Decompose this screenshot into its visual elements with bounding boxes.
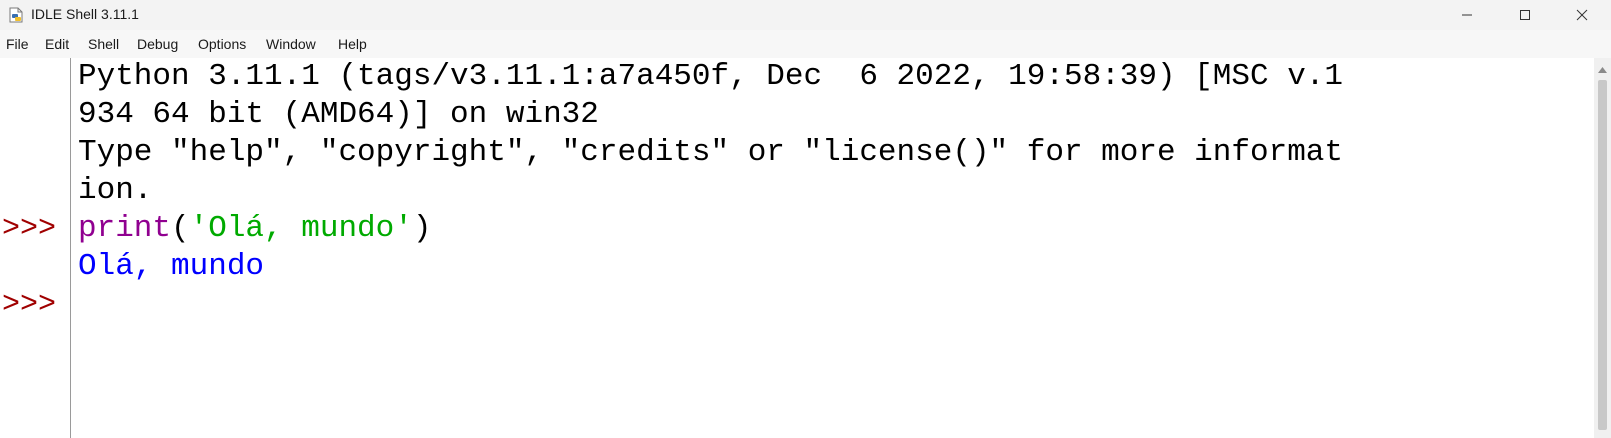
- prompt-gutter: [0, 58, 70, 438]
- input-open-paren: (: [171, 211, 190, 246]
- title-bar[interactable]: IDLE Shell 3.11.1: [0, 0, 1611, 30]
- scroll-up-icon[interactable]: [1597, 62, 1608, 73]
- window-title: IDLE Shell 3.11.1: [31, 6, 139, 22]
- input-line: print('Olá, mundo'): [78, 210, 431, 248]
- output-line: Olá, mundo: [78, 249, 265, 284]
- minimize-button[interactable]: [1438, 0, 1496, 30]
- menu-edit[interactable]: Edit: [45, 36, 69, 52]
- input-string: 'Olá, mundo': [189, 211, 413, 246]
- banner-line-1: Python 3.11.1 (tags/v3.11.1:a7a450f, Dec…: [78, 59, 1344, 94]
- menu-debug[interactable]: Debug: [137, 36, 178, 52]
- input-builtin: print: [78, 211, 172, 246]
- menu-shell[interactable]: Shell: [88, 36, 119, 52]
- banner-line-3: Type "help", "copyright", "credits" or "…: [78, 135, 1344, 170]
- vertical-scrollbar[interactable]: [1594, 58, 1611, 438]
- menu-window[interactable]: Window: [266, 36, 316, 52]
- shell-prompt-2: >>>: [2, 288, 57, 322]
- banner-line-4: ion.: [78, 173, 153, 208]
- maximize-icon: [1520, 10, 1530, 20]
- menu-help[interactable]: Help: [338, 36, 367, 52]
- menu-bar: File Edit Shell Debug Options Window Hel…: [0, 30, 1611, 58]
- python-file-icon: [8, 7, 24, 23]
- shell-prompt-1: >>>: [2, 212, 57, 246]
- banner-line-2: 934 64 bit (AMD64)] on win32: [78, 97, 599, 132]
- menu-options[interactable]: Options: [198, 36, 246, 52]
- maximize-button[interactable]: [1496, 0, 1554, 30]
- scroll-thumb[interactable]: [1598, 80, 1607, 430]
- close-button[interactable]: [1553, 0, 1611, 30]
- close-icon: [1576, 9, 1588, 21]
- menu-file[interactable]: File: [6, 36, 29, 52]
- input-close-paren: ): [412, 211, 432, 246]
- minimize-icon: [1462, 14, 1472, 16]
